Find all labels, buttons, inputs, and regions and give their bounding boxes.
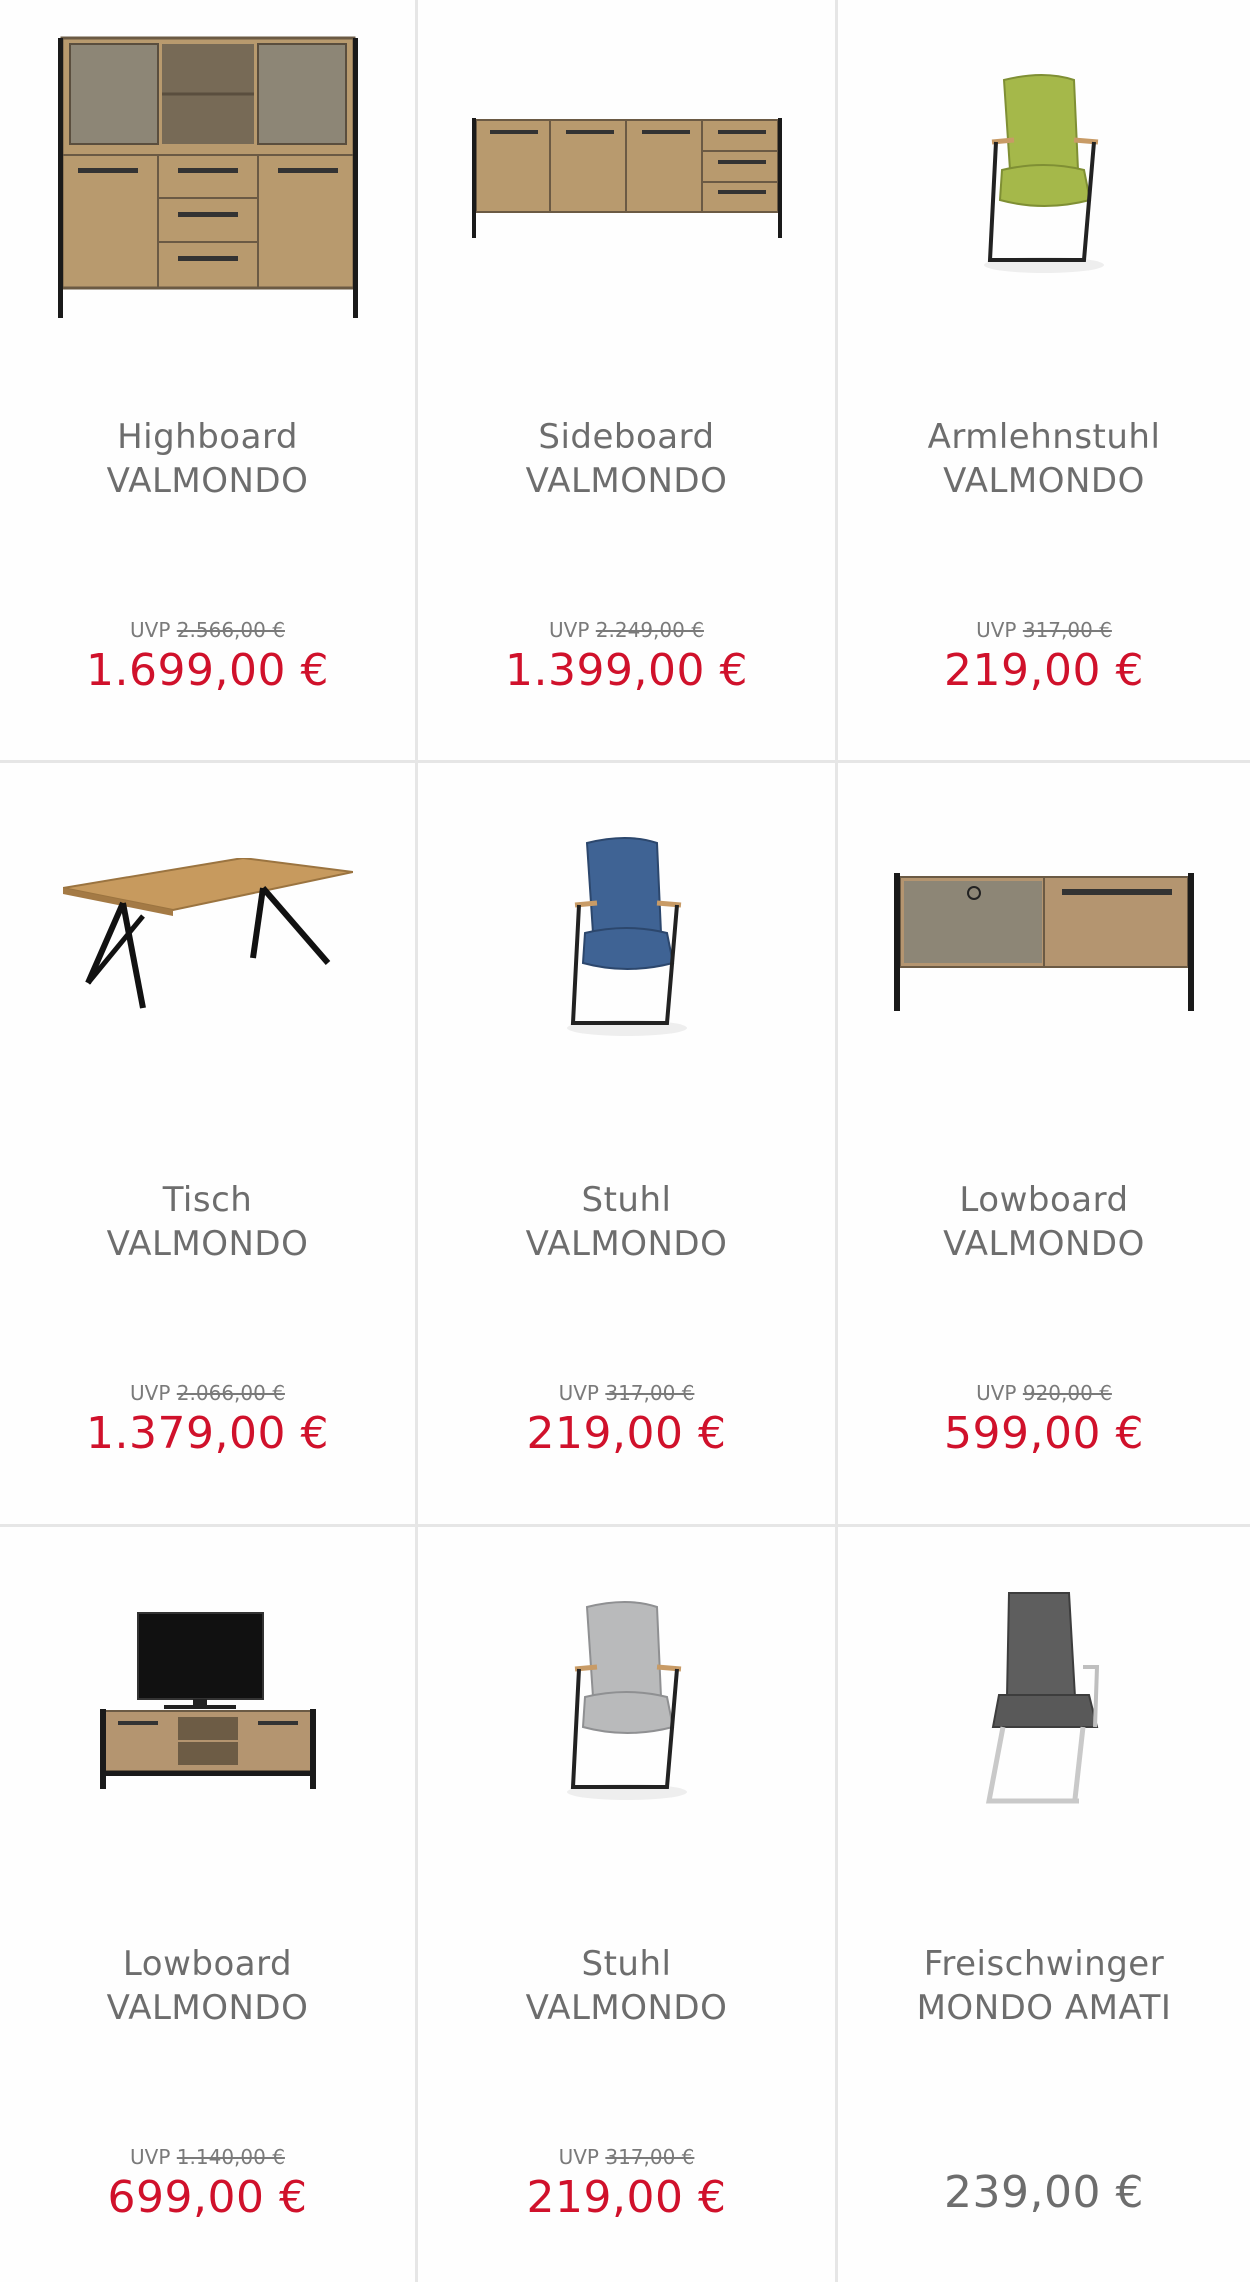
sale-price: 1.399,00 €	[505, 645, 748, 696]
product-card[interactable]: Highboard VALMONDO UVP 2.566,00 € 1.699,…	[0, 0, 418, 763]
cantilever-chair-image[interactable]	[838, 1547, 1250, 1857]
sale-price: 599,00 €	[944, 1408, 1144, 1459]
lowboard-image[interactable]	[838, 783, 1250, 1093]
product-brand: VALMONDO	[106, 1988, 309, 2028]
regular-price: 239,00 €	[944, 2167, 1144, 2218]
table-image[interactable]	[0, 783, 415, 1093]
product-name: Stuhl	[581, 1180, 672, 1220]
product-card[interactable]: Tisch VALMONDO UVP 2.066,00 € 1.379,00 €	[0, 763, 418, 1527]
product-brand: VALMONDO	[525, 1988, 728, 2028]
product-card[interactable]: Freischwinger MONDO AMATI 239,00 €	[838, 1527, 1250, 2282]
tv-lowboard-image[interactable]	[0, 1547, 415, 1857]
uvp-price: UVP 2.066,00 €	[0, 1381, 415, 1405]
product-name: Freischwinger	[923, 1944, 1165, 1984]
uvp-value: 1.140,00 €	[176, 2145, 285, 2169]
highboard-image[interactable]	[0, 20, 415, 330]
uvp-label: UVP	[976, 1381, 1017, 1405]
armchair-green-image[interactable]	[838, 20, 1250, 330]
product-title[interactable]: Stuhl VALMONDO	[418, 1942, 835, 2030]
uvp-value: 2.249,00 €	[595, 618, 704, 642]
uvp-label: UVP	[976, 618, 1017, 642]
product-card[interactable]: Lowboard VALMONDO UVP 920,00 € 599,00 €	[838, 763, 1250, 1527]
product-card[interactable]: Armlehnstuhl VALMONDO UVP 317,00 € 219,0…	[838, 0, 1250, 763]
chair-grey-image[interactable]	[418, 1547, 835, 1857]
uvp-value: 920,00 €	[1022, 1381, 1112, 1405]
sale-price: 1.379,00 €	[86, 1408, 329, 1459]
product-card[interactable]: Lowboard VALMONDO UVP 1.140,00 € 699,00 …	[0, 1527, 418, 2282]
product-brand: VALMONDO	[525, 461, 728, 501]
product-grid: Highboard VALMONDO UVP 2.566,00 € 1.699,…	[0, 0, 1250, 2282]
sale-price: 219,00 €	[526, 1408, 727, 1459]
sale-price: 219,00 €	[944, 645, 1144, 696]
uvp-value: 317,00 €	[1022, 618, 1112, 642]
uvp-value: 2.066,00 €	[176, 1381, 285, 1405]
sale-price: 699,00 €	[107, 2172, 308, 2223]
uvp-label: UVP	[558, 1381, 599, 1405]
uvp-label: UVP	[130, 618, 171, 642]
uvp-price: UVP 317,00 €	[418, 2145, 835, 2169]
uvp-price: UVP 1.140,00 €	[0, 2145, 415, 2169]
product-brand: VALMONDO	[943, 1224, 1145, 1264]
uvp-label: UVP	[130, 2145, 171, 2169]
product-title[interactable]: Stuhl VALMONDO	[418, 1178, 835, 1266]
product-name: Armlehnstuhl	[927, 417, 1161, 457]
product-title[interactable]: Sideboard VALMONDO	[418, 415, 835, 503]
product-name: Lowboard	[122, 1944, 293, 1984]
product-name: Stuhl	[581, 1944, 672, 1984]
product-name: Lowboard	[959, 1180, 1129, 1220]
uvp-value: 317,00 €	[605, 2145, 695, 2169]
product-title[interactable]: Armlehnstuhl VALMONDO	[838, 415, 1250, 503]
uvp-label: UVP	[558, 2145, 599, 2169]
product-name: Tisch	[162, 1180, 253, 1220]
chair-blue-image[interactable]	[418, 783, 835, 1093]
uvp-price: UVP 317,00 €	[838, 618, 1250, 642]
uvp-label: UVP	[130, 1381, 171, 1405]
product-name: Sideboard	[538, 417, 715, 457]
product-brand: VALMONDO	[106, 461, 309, 501]
product-card[interactable]: Sideboard VALMONDO UVP 2.249,00 € 1.399,…	[418, 0, 838, 763]
sale-price: 1.699,00 €	[86, 645, 329, 696]
product-title[interactable]: Lowboard VALMONDO	[838, 1178, 1250, 1266]
uvp-value: 2.566,00 €	[176, 618, 285, 642]
product-title[interactable]: Freischwinger MONDO AMATI	[838, 1942, 1250, 2030]
uvp-price: UVP 2.249,00 €	[418, 618, 835, 642]
product-name: Highboard	[117, 417, 298, 457]
uvp-value: 317,00 €	[605, 1381, 695, 1405]
product-title[interactable]: Lowboard VALMONDO	[0, 1942, 415, 2030]
product-card[interactable]: Stuhl VALMONDO UVP 317,00 € 219,00 €	[418, 763, 838, 1527]
product-brand: VALMONDO	[943, 461, 1145, 501]
uvp-price: UVP 317,00 €	[418, 1381, 835, 1405]
product-title[interactable]: Tisch VALMONDO	[0, 1178, 415, 1266]
product-brand: VALMONDO	[525, 1224, 728, 1264]
uvp-label: UVP	[549, 618, 590, 642]
product-card[interactable]: Stuhl VALMONDO UVP 317,00 € 219,00 €	[418, 1527, 838, 2282]
product-brand: MONDO AMATI	[916, 1988, 1172, 2028]
product-brand: VALMONDO	[106, 1224, 309, 1264]
product-title[interactable]: Highboard VALMONDO	[0, 415, 415, 503]
sale-price: 219,00 €	[526, 2172, 727, 2223]
uvp-price: UVP 920,00 €	[838, 1381, 1250, 1405]
sideboard-image[interactable]	[418, 20, 835, 330]
uvp-price: UVP 2.566,00 €	[0, 618, 415, 642]
